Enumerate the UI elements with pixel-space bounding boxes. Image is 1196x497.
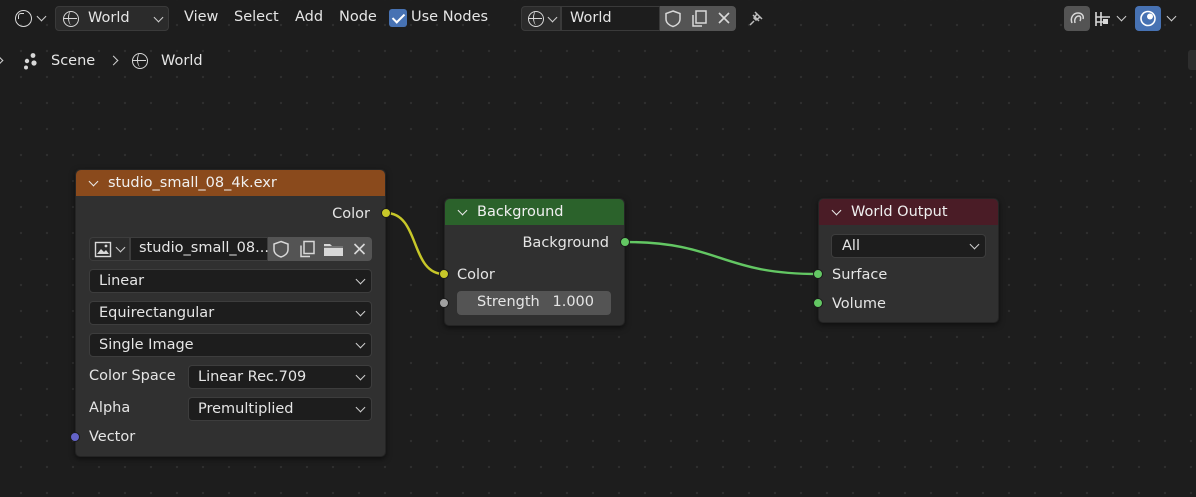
- image-open-button[interactable]: [320, 237, 347, 261]
- background-node-title: Background: [477, 204, 564, 220]
- image-texture-node-title: studio_small_08_4k.exr: [108, 175, 277, 191]
- chevron-down-icon: [355, 306, 366, 317]
- color-space-label: Color Space: [89, 368, 176, 384]
- projection-value: Equirectangular: [99, 305, 215, 321]
- output-color-label: Color: [332, 206, 370, 222]
- strength-field[interactable]: Strength 1.000: [457, 291, 611, 315]
- close-icon: [353, 243, 366, 255]
- link-background-to-surface: [624, 240, 819, 276]
- folder-icon: [324, 244, 343, 256]
- image-vector-input-socket[interactable]: [70, 432, 80, 442]
- surface-input-label: Surface: [832, 267, 888, 283]
- target-dropdown[interactable]: All: [831, 234, 986, 258]
- surface-input-socket[interactable]: [813, 269, 823, 279]
- collapse-chevron-icon[interactable]: [88, 176, 99, 186]
- image-texture-node-header[interactable]: studio_small_08_4k.exr: [76, 170, 385, 196]
- image-texture-node[interactable]: studio_small_08_4k.exr Color studio_smal…: [75, 169, 386, 457]
- strength-label: Strength: [477, 294, 540, 310]
- background-strength-input-socket[interactable]: [439, 298, 449, 308]
- source-dropdown[interactable]: Single Image: [89, 333, 372, 357]
- interpolation-dropdown[interactable]: Linear: [89, 269, 372, 293]
- image-browse-button[interactable]: [89, 237, 130, 261]
- background-output-socket[interactable]: [620, 237, 630, 247]
- background-output-label: Background: [522, 235, 609, 251]
- image-unlink-button[interactable]: [347, 237, 372, 261]
- color-space-dropdown[interactable]: Linear Rec.709: [188, 365, 372, 389]
- collapse-chevron-icon[interactable]: [457, 205, 468, 215]
- image-duplicate-button[interactable]: [294, 237, 320, 261]
- link-color-to-background: [385, 211, 445, 276]
- image-fake-user-button[interactable]: [268, 237, 294, 261]
- image-icon: [94, 241, 112, 258]
- volume-input-label: Volume: [832, 296, 886, 312]
- chevron-down-icon: [355, 402, 366, 413]
- alpha-dropdown[interactable]: Premultiplied: [188, 397, 372, 421]
- background-color-input-socket[interactable]: [439, 269, 449, 279]
- image-name-text: studio_small_08...: [139, 240, 269, 256]
- input-vector-label: Vector: [89, 429, 136, 445]
- world-output-node-header[interactable]: World Output: [819, 199, 998, 225]
- image-color-output-socket[interactable]: [381, 208, 391, 218]
- alpha-value: Premultiplied: [198, 401, 294, 417]
- interpolation-value: Linear: [99, 273, 145, 289]
- alpha-label: Alpha: [89, 400, 131, 416]
- background-color-input-label: Color: [457, 267, 495, 283]
- duplicate-icon: [300, 240, 315, 258]
- fake-user-shield-icon: [273, 240, 289, 258]
- background-node[interactable]: Background Background Color Strength 1.0…: [444, 198, 625, 326]
- volume-input-socket[interactable]: [813, 298, 823, 308]
- chevron-down-icon: [969, 239, 980, 250]
- chevron-down-icon: [355, 274, 366, 285]
- image-name-field[interactable]: studio_small_08...: [130, 237, 269, 261]
- projection-dropdown[interactable]: Equirectangular: [89, 301, 372, 325]
- chevron-down-icon: [355, 338, 366, 349]
- world-output-node[interactable]: World Output All Surface Volume: [818, 198, 999, 323]
- source-value: Single Image: [99, 337, 194, 353]
- collapse-chevron-icon[interactable]: [831, 205, 842, 215]
- world-output-node-title: World Output: [851, 204, 948, 220]
- target-value: All: [842, 238, 860, 254]
- chevron-down-icon: [115, 242, 126, 253]
- strength-value: 1.000: [552, 294, 594, 310]
- color-space-value: Linear Rec.709: [198, 369, 307, 385]
- background-node-header[interactable]: Background: [445, 199, 624, 225]
- chevron-down-icon: [355, 370, 366, 381]
